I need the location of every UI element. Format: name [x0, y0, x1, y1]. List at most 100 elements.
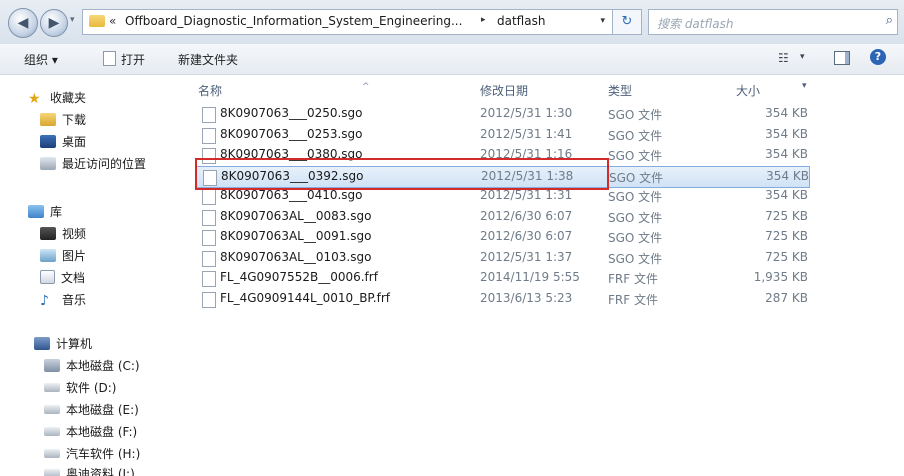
downloads-icon [40, 113, 56, 126]
file-size: 354 KB [765, 126, 808, 141]
column-header-type[interactable]: 类型 [608, 82, 632, 99]
file-name: 8K0907063___0250.sgo [220, 106, 363, 120]
breadcrumb-engineering[interactable]: Offboard_Diagnostic_Information_System_E… [125, 14, 465, 28]
drive-icon [44, 449, 60, 458]
highlight-annotation [195, 158, 609, 190]
video-icon [40, 227, 56, 240]
file-modified-date: 2012/6/30 6:07 [480, 229, 573, 243]
refresh-button[interactable]: ↻ [612, 9, 642, 35]
nav-item-recent-places[interactable]: 最近访问的位置 [40, 155, 146, 172]
file-icon [202, 271, 216, 287]
file-size: 354 KB [765, 188, 808, 202]
breadcrumb-datflash[interactable]: datflash [497, 14, 545, 28]
path-history-dropdown[interactable]: ▾ [600, 16, 605, 26]
nav-item-documents[interactable]: 文档 [40, 269, 85, 286]
file-row[interactable]: 8K0907063AL__0091.sgo 2012/6/30 6:07 SGO 文… [190, 227, 810, 247]
drive-icon [44, 405, 60, 414]
desktop-icon [40, 135, 56, 148]
column-filter-dropdown-icon[interactable]: ▾ [802, 81, 807, 91]
nav-drive-h[interactable]: 汽车软件 (H:) [44, 445, 140, 462]
file-type: FRF 文件 [608, 292, 658, 307]
file-name: 8K0907063___0410.sgo [220, 188, 363, 202]
file-modified-date: 2012/5/31 1:31 [480, 188, 573, 202]
open-label: 打开 [121, 53, 146, 67]
nav-label: 桌面 [62, 135, 87, 149]
nav-item-videos[interactable]: 视频 [40, 225, 86, 242]
preview-pane-icon[interactable] [834, 51, 850, 65]
file-size: 354 KB [765, 147, 808, 161]
open-button[interactable]: 打开 [103, 51, 145, 68]
file-type: SGO 文件 [608, 190, 663, 204]
breadcrumb-separator-icon[interactable]: ▸ [481, 15, 486, 25]
nav-libraries[interactable]: 库 [28, 203, 62, 220]
path-overflow-chevron[interactable]: « [109, 14, 116, 28]
search-box[interactable]: 搜索 datflash ⌕ [648, 9, 898, 35]
file-list: 名称 ^ 修改日期 类型 大小 ▾ 8K0907063___0250.sgo 201… [190, 75, 904, 476]
recent-pages-dropdown[interactable]: ▾ [70, 15, 75, 25]
nav-drive-c[interactable]: 本地磁盘 (C:) [44, 357, 140, 374]
command-toolbar: 组织 ▾ 打开 新建文件夹 ☷ ▾ ? [0, 44, 904, 75]
sort-ascending-icon: ^ [362, 82, 370, 92]
column-label: 名称 [198, 84, 223, 98]
file-size: 725 KB [765, 208, 808, 223]
new-folder-button[interactable]: 新建文件夹 [178, 51, 238, 68]
nav-favorites[interactable]: ★ 收藏夹 [28, 89, 86, 107]
file-row[interactable]: FL_4G0909144L_0010_BP.frf 2013/6/13 5:23 F… [190, 289, 810, 309]
nav-drive-i[interactable]: 奥迪资料 (I:) [44, 465, 135, 476]
nav-item-pictures[interactable]: 图片 [40, 247, 86, 264]
nav-label: 汽车软件 (H:) [66, 447, 141, 461]
star-icon: ★ [28, 91, 41, 107]
nav-item-music[interactable]: ♪ 音乐 [40, 291, 86, 309]
file-name: 8K0907063AL__0083.sgo [220, 208, 372, 223]
nav-label: 视频 [62, 227, 87, 241]
computer-icon [34, 337, 50, 350]
file-row[interactable]: FL_4G0907552B__0006.frf 2014/11/19 5:55 FR… [190, 268, 810, 288]
file-icon [202, 250, 216, 267]
forward-button[interactable]: ▶ [40, 9, 68, 37]
file-icon [202, 230, 216, 246]
file-row[interactable]: 8K0907063___0250.sgo 2012/5/31 1:30 SGO 文件… [190, 104, 810, 124]
nav-computer[interactable]: 计算机 [34, 335, 92, 352]
view-dropdown-icon[interactable]: ▾ [800, 52, 805, 62]
nav-label: 本地磁盘 (F:) [66, 425, 138, 439]
file-icon [202, 189, 216, 205]
view-options-icon[interactable]: ☷ [778, 51, 789, 65]
nav-label: 库 [50, 205, 63, 219]
nav-label: 图片 [62, 249, 87, 263]
explorer-window: ◀ ▶ ▾ « Offboard_Diagnostic_Information_… [0, 0, 904, 476]
nav-label: 计算机 [56, 337, 93, 351]
file-row[interactable]: 8K0907063AL__0103.sgo 2012/5/31 1:37 SGO 文… [190, 248, 810, 268]
nav-label: 收藏夹 [50, 91, 87, 105]
nav-label: 最近访问的位置 [62, 157, 147, 171]
file-type: SGO 文件 [608, 210, 663, 225]
file-size: 354 KB [766, 168, 809, 183]
file-row[interactable]: 8K0907063AL__0083.sgo 2012/6/30 6:07 SGO 文… [190, 207, 810, 227]
nav-label: 本地磁盘 (E:) [66, 403, 139, 417]
file-modified-date: 2012/5/31 1:41 [480, 126, 573, 141]
drive-icon [44, 383, 60, 392]
nav-drive-d[interactable]: 软件 (D:) [44, 379, 116, 396]
file-type: SGO 文件 [608, 108, 663, 122]
document-icon [40, 270, 55, 284]
file-row[interactable]: 8K0907063___0253.sgo 2012/5/31 1:41 SGO 文件… [190, 125, 810, 145]
file-size: 725 KB [765, 249, 808, 264]
nav-item-desktop[interactable]: 桌面 [40, 133, 86, 150]
file-type: FRF 文件 [608, 272, 658, 286]
file-type: SGO 文件 [608, 149, 663, 163]
file-size: 1,935 KB [753, 270, 808, 284]
file-size: 354 KB [765, 106, 808, 120]
file-name: FL_4G0907552B__0006.frf [220, 270, 378, 284]
organize-button[interactable]: 组织 ▾ [24, 51, 58, 68]
back-button[interactable]: ◀ [8, 8, 38, 38]
nav-item-downloads[interactable]: 下载 [40, 111, 86, 128]
column-header-modified[interactable]: 修改日期 [480, 82, 528, 99]
nav-drive-e[interactable]: 本地磁盘 (E:) [44, 401, 139, 418]
help-icon[interactable]: ? [870, 49, 886, 65]
column-header-size[interactable]: 大小 [736, 82, 760, 99]
file-name: 8K0907063AL__0103.sgo [220, 249, 372, 264]
nav-label: 本地磁盘 (C:) [66, 359, 140, 373]
search-icon[interactable]: ⌕ [886, 13, 893, 28]
path-box[interactable]: « Offboard_Diagnostic_Information_System… [82, 9, 614, 35]
column-header-name[interactable]: 名称 ^ [198, 82, 370, 99]
nav-drive-f[interactable]: 本地磁盘 (F:) [44, 423, 137, 440]
